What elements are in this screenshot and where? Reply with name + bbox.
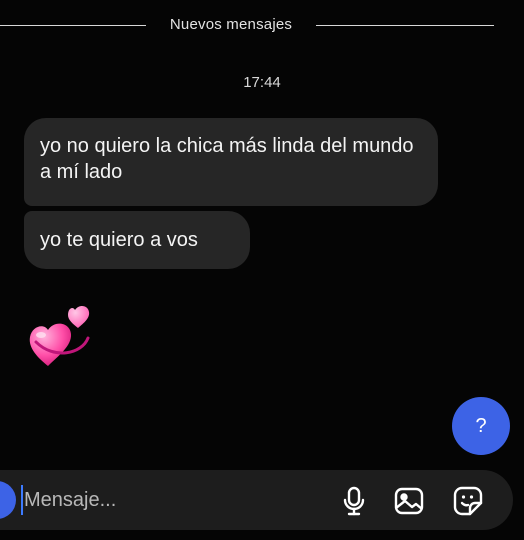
message-bubble[interactable]: yo te quiero a vos bbox=[24, 211, 250, 269]
help-button[interactable]: ? bbox=[452, 397, 510, 455]
divider-line-right bbox=[316, 25, 494, 26]
camera-button[interactable] bbox=[0, 481, 16, 519]
text-caret bbox=[21, 485, 23, 515]
message-timestamp: 17:44 bbox=[243, 74, 281, 91]
message-composer bbox=[0, 470, 513, 530]
two-hearts-emoji[interactable] bbox=[26, 302, 100, 374]
two-hearts-icon bbox=[29, 306, 90, 366]
new-messages-label: Nuevos mensajes bbox=[169, 16, 293, 33]
new-messages-divider: Nuevos mensajes bbox=[0, 14, 524, 36]
image-gallery-icon[interactable] bbox=[392, 484, 426, 518]
divider-line-left bbox=[0, 25, 146, 26]
microphone-icon[interactable] bbox=[337, 484, 371, 518]
message-input[interactable] bbox=[24, 484, 324, 516]
message-bubble[interactable]: yo no quiero la chica más linda del mund… bbox=[24, 118, 438, 206]
sticker-icon[interactable] bbox=[451, 484, 485, 518]
